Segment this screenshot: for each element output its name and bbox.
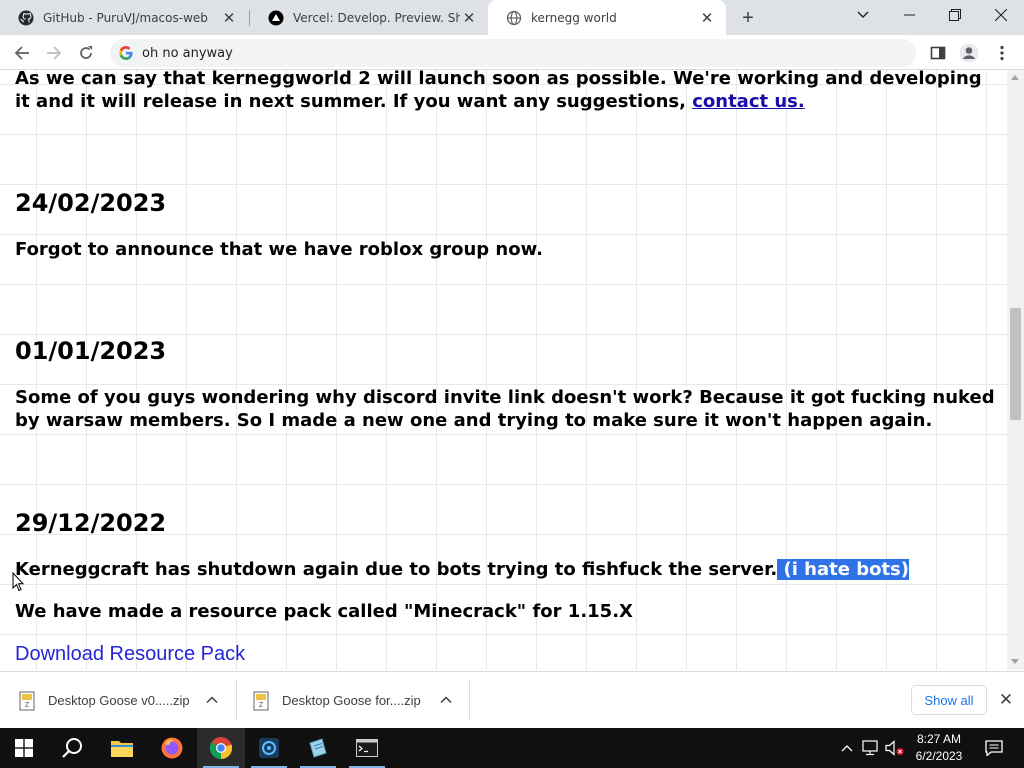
clock-time: 8:27 AM <box>916 732 962 746</box>
search-icon[interactable] <box>48 728 96 768</box>
post-text: We have made a resource pack called "Min… <box>15 601 633 622</box>
vercel-icon <box>268 10 284 26</box>
terminal-icon[interactable] <box>343 728 391 768</box>
post-text-main: Kerneggcraft has shutdown again due to b… <box>15 559 778 580</box>
tab-title: kernegg world <box>531 10 617 25</box>
tab-search-icon[interactable] <box>840 0 886 30</box>
post-date: 01/01/2023 <box>15 337 167 365</box>
download-divider <box>236 680 237 720</box>
tab-vercel[interactable]: Vercel: Develop. Preview. Ship. Fo ✕ <box>250 0 488 35</box>
notification-center-icon[interactable] <box>980 728 1008 768</box>
github-icon <box>18 10 34 26</box>
scroll-down-icon[interactable] <box>1011 659 1019 664</box>
close-window-icon[interactable] <box>978 0 1024 30</box>
download-filename: Desktop Goose v0.....zip <box>48 693 190 708</box>
firefox-icon[interactable] <box>148 728 196 768</box>
reload-button[interactable] <box>73 40 99 66</box>
mouse-cursor-icon <box>12 572 24 592</box>
windows-logo-icon <box>15 739 33 757</box>
close-tab-icon[interactable]: ✕ <box>698 9 716 27</box>
svg-text:Z: Z <box>25 701 30 709</box>
post-date: 24/02/2023 <box>15 189 167 217</box>
start-button[interactable] <box>0 728 48 768</box>
back-button[interactable] <box>9 40 35 66</box>
minimize-icon[interactable] <box>886 0 932 30</box>
post-date: 29/12/2022 <box>15 509 167 537</box>
zip-file-icon: Z <box>19 691 35 710</box>
show-all-button[interactable]: Show all <box>911 685 987 715</box>
globe-icon <box>506 10 522 26</box>
tab-strip: GitHub - PuruVJ/macos-web ✕ Vercel: Deve… <box>0 0 1024 35</box>
page-scrollbar[interactable] <box>1007 70 1024 670</box>
chevron-up-icon[interactable] <box>206 694 218 706</box>
intro-text: As we can say that kerneggworld 2 will l… <box>15 70 982 112</box>
chrome-icon[interactable] <box>197 728 245 768</box>
clock-date: 6/2/2023 <box>915 749 963 763</box>
selected-text: (i hate bots) <box>777 559 909 580</box>
chevron-up-icon[interactable] <box>440 694 452 706</box>
download-filename: Desktop Goose for....zip <box>282 693 421 708</box>
tab-title: GitHub - PuruVJ/macos-web <box>43 10 208 25</box>
tab-github[interactable]: GitHub - PuruVJ/macos-web ✕ <box>0 0 248 35</box>
browser-toolbar: oh no anyway <box>0 35 1024 70</box>
download-divider <box>469 680 470 720</box>
chevron-up-icon[interactable] <box>838 728 856 768</box>
download-item[interactable]: Z Desktop Goose v0.....zip <box>19 672 235 729</box>
volume-muted-icon[interactable] <box>884 728 906 768</box>
post-text: Kerneggcraft has shutdown again due to b… <box>15 558 1000 581</box>
windows-taskbar: 8:27 AM 6/2/2023 <box>0 728 1024 768</box>
download-shelf: Z Desktop Goose v0.....zip Z Desktop Goo… <box>0 671 1024 728</box>
profile-avatar[interactable] <box>956 40 982 66</box>
post-text: Forgot to announce that we have roblox g… <box>15 239 543 260</box>
close-tab-icon[interactable]: ✕ <box>220 9 238 27</box>
side-panel-icon[interactable] <box>925 40 951 66</box>
system-clock[interactable]: 8:27 AM 6/2/2023 <box>906 731 972 765</box>
contact-us-link[interactable]: contact us. <box>692 91 805 112</box>
notepad-icon[interactable] <box>294 728 342 768</box>
tab-title: Vercel: Develop. Preview. Ship. Fo <box>293 10 460 25</box>
address-bar[interactable]: oh no anyway <box>110 39 916 67</box>
omnibox-text: oh no anyway <box>142 45 233 61</box>
tab-kernegg-world[interactable]: kernegg world ✕ <box>488 0 726 35</box>
post-text: Some of you guys wondering why discord i… <box>15 387 995 431</box>
vscode-icon[interactable] <box>245 728 293 768</box>
forward-button[interactable] <box>41 40 67 66</box>
google-icon <box>119 46 133 60</box>
new-tab-button[interactable]: + <box>736 6 760 30</box>
intro-paragraph: As we can say that kerneggworld 2 will l… <box>15 70 1000 113</box>
svg-text:Z: Z <box>259 701 264 709</box>
menu-kebab-icon[interactable] <box>989 40 1015 66</box>
close-shelf-icon[interactable]: ✕ <box>996 690 1016 710</box>
download-item[interactable]: Z Desktop Goose for....zip <box>253 672 469 729</box>
page-viewport: As we can say that kerneggworld 2 will l… <box>0 70 1024 670</box>
close-tab-icon[interactable]: ✕ <box>460 9 478 27</box>
restore-icon[interactable] <box>932 0 978 30</box>
download-resource-pack-link[interactable]: Download Resource Pack <box>15 643 245 666</box>
zip-file-icon: Z <box>253 691 269 710</box>
file-explorer-icon[interactable] <box>98 728 146 768</box>
scroll-thumb[interactable] <box>1010 308 1021 420</box>
scroll-up-icon[interactable] <box>1011 75 1019 80</box>
network-icon[interactable] <box>860 728 882 768</box>
